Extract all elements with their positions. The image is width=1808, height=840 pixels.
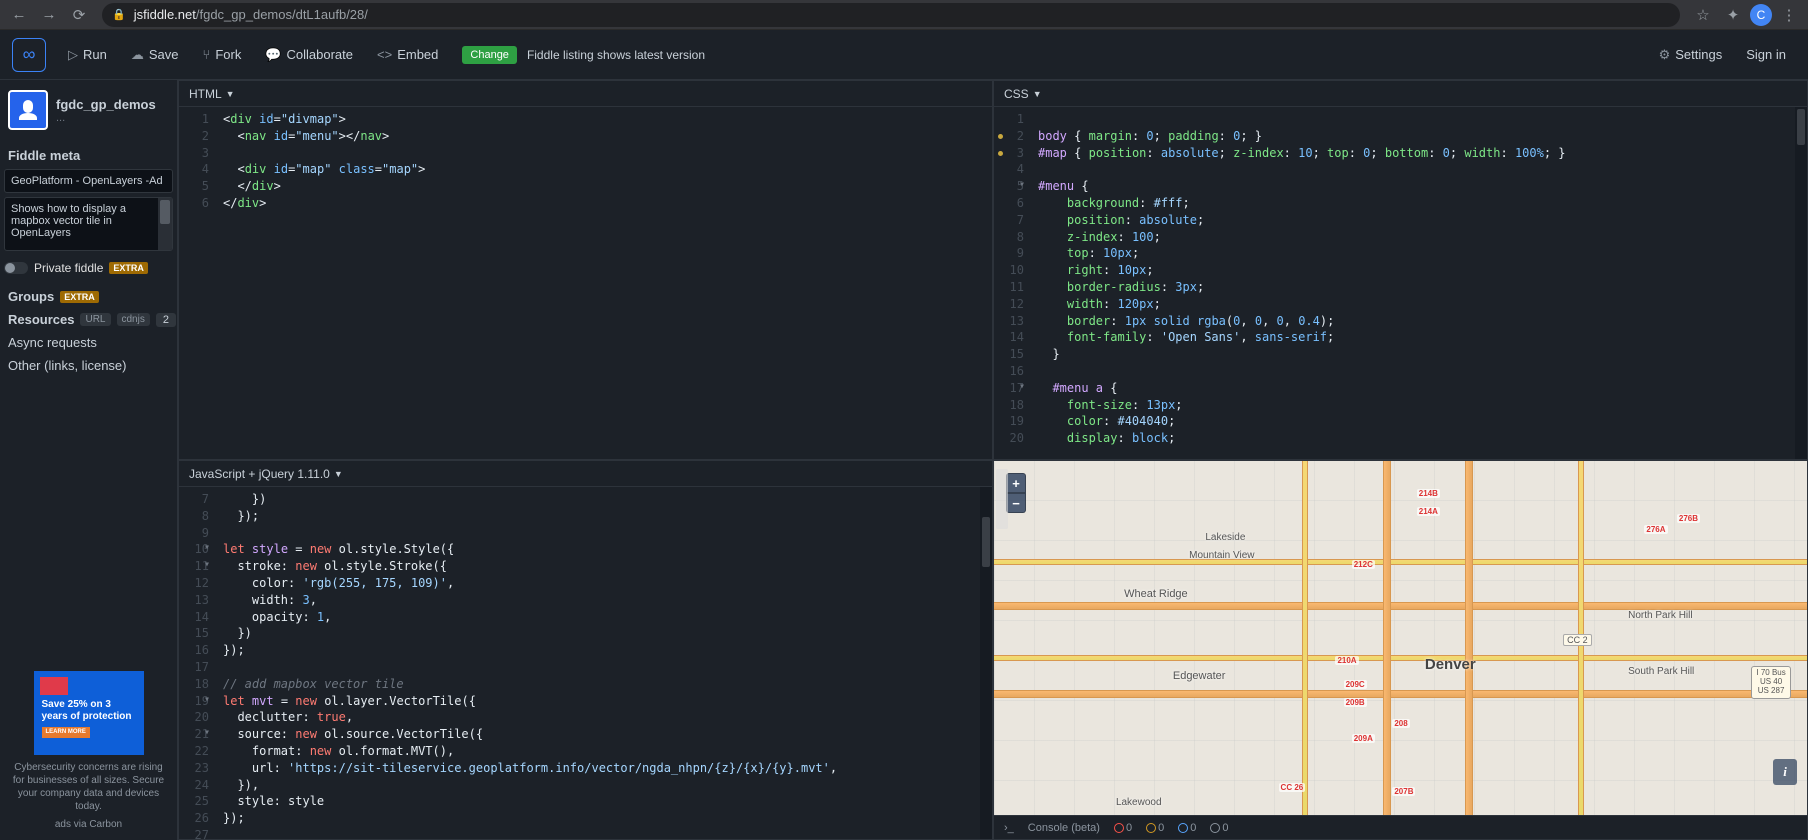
menu-icon[interactable]: ⋮ (1776, 2, 1802, 28)
workspace: fgdc_gp_demos ... Fiddle meta Shows how … (0, 80, 1808, 840)
map-label: North Park Hill (1628, 610, 1692, 621)
avatar (8, 90, 48, 130)
console-info-count: 0 (1178, 822, 1196, 834)
jsfiddle-logo[interactable]: ∞ (12, 38, 46, 72)
map-label: CC 2 (1563, 634, 1592, 646)
back-icon[interactable]: ← (6, 2, 32, 28)
url-tag: URL (80, 313, 110, 326)
map-label: Wheat Ridge (1124, 588, 1188, 600)
css-scrollbar[interactable] (1795, 107, 1807, 459)
fork-icon: ⑂ (203, 47, 211, 62)
ad-attribution: ads via Carbon (8, 819, 169, 830)
sliders-icon: ⚙ (1659, 47, 1671, 63)
star-icon[interactable]: ☆ (1690, 2, 1716, 28)
groups-heading[interactable]: GroupsEXTRA (8, 289, 169, 304)
sidebar: fgdc_gp_demos ... Fiddle meta Shows how … (0, 80, 178, 840)
js-scrollbar[interactable] (980, 487, 992, 839)
console-log-count: 0 (1210, 822, 1228, 834)
fiddle-title-input[interactable] (4, 169, 173, 193)
map-zoom-control: + − (1006, 473, 1026, 513)
url-path: /fgdc_gp_demos/dtL1aufb/28/ (196, 7, 368, 22)
forward-icon[interactable]: → (36, 2, 62, 28)
console-warn-count: 0 (1146, 822, 1164, 834)
async-row[interactable]: Async requests (4, 331, 173, 354)
extensions-icon[interactable]: ✦ (1720, 2, 1746, 28)
js-editor[interactable]: 789▾10▾1112131415161718▾1920▾21222324252… (179, 487, 992, 839)
console-error-count: 0 (1114, 822, 1132, 834)
embed-button[interactable]: <>Embed (367, 41, 448, 68)
fiddle-meta-heading: Fiddle meta (8, 148, 169, 163)
change-notice[interactable]: Change Fiddle listing shows latest versi… (452, 40, 715, 70)
username: fgdc_gp_demos (56, 97, 156, 112)
result-scrollbar[interactable] (996, 469, 1008, 529)
css-editor[interactable]: 1234▾5678910111213141516▾17181920 body {… (994, 107, 1807, 459)
css-pane: CSS▼ 1234▾5678910111213141516▾17181920 b… (993, 80, 1808, 460)
map-info-button[interactable]: i (1773, 759, 1797, 785)
desc-scrollbar[interactable] (158, 198, 172, 250)
map-label: Mountain View (1189, 550, 1254, 561)
address-bar[interactable]: 🔒 jsfiddle.net/fgdc_gp_demos/dtL1aufb/28… (102, 3, 1680, 27)
app-header: ∞ ▷Run ☁Save ⑂Fork 💬Collaborate <>Embed … (0, 30, 1808, 80)
map-label: South Park Hill (1628, 666, 1694, 677)
user-block[interactable]: fgdc_gp_demos ... (4, 86, 173, 134)
console-bar[interactable]: ›_ Console (beta) 0 0 0 0 (994, 815, 1807, 839)
browser-chrome-bar: ← → ⟳ 🔒 jsfiddle.net/fgdc_gp_demos/dtL1a… (0, 0, 1808, 30)
cdnjs-tag: cdnjs (117, 313, 150, 326)
ad-image: Save 25% on 3 years of protectionLEARN M… (34, 671, 144, 755)
private-label: Private fiddle (34, 261, 103, 275)
panes-grid: HTML▼ 123456 <div id="divmap"> <nav id="… (178, 80, 1808, 840)
run-button[interactable]: ▷Run (58, 41, 117, 69)
save-button[interactable]: ☁Save (121, 41, 189, 69)
resources-row[interactable]: Resources URL cdnjs 2 (4, 308, 173, 331)
map-label: Lakeside (1205, 532, 1245, 543)
private-toggle-row: Private fiddle EXTRA (4, 261, 173, 275)
result-pane: Wheat Ridge Edgewater Denver Lakeside Mo… (993, 460, 1808, 840)
chevron-down-icon: ▼ (226, 89, 235, 99)
ad-box[interactable]: Save 25% on 3 years of protectionLEARN M… (4, 667, 173, 834)
map-label: Denver (1425, 656, 1476, 673)
zoom-out-button[interactable]: − (1006, 493, 1026, 513)
lock-icon: 🔒 (112, 8, 126, 21)
console-prompt-icon: ›_ (1004, 822, 1014, 834)
cloud-icon: ☁ (131, 47, 144, 63)
zoom-in-button[interactable]: + (1006, 473, 1026, 493)
url-host: jsfiddle.net (134, 7, 196, 22)
js-pane: JavaScript + jQuery 1.11.0▼ 789▾10▾11121… (178, 460, 993, 840)
map-label: Lakewood (1116, 797, 1162, 808)
chat-icon: 💬 (265, 47, 281, 63)
reload-icon[interactable]: ⟳ (66, 2, 92, 28)
js-pane-header[interactable]: JavaScript + jQuery 1.11.0▼ (179, 461, 992, 487)
html-pane-header[interactable]: HTML▼ (179, 81, 992, 107)
profile-badge[interactable]: C (1750, 4, 1772, 26)
code-icon: <> (377, 47, 392, 62)
extra-badge: EXTRA (109, 262, 148, 274)
highway-badge: I 70 BusUS 40US 287 (1751, 666, 1790, 698)
other-row[interactable]: Other (links, license) (4, 354, 173, 377)
play-icon: ▷ (68, 47, 78, 63)
collaborate-button[interactable]: 💬Collaborate (255, 41, 363, 69)
html-pane: HTML▼ 123456 <div id="divmap"> <nav id="… (178, 80, 993, 460)
ad-body: Cybersecurity concerns are rising for bu… (8, 761, 169, 813)
private-toggle[interactable] (4, 262, 28, 274)
user-sub: ... (56, 112, 156, 124)
map-label: Edgewater (1173, 670, 1226, 682)
result-map[interactable]: Wheat Ridge Edgewater Denver Lakeside Mo… (994, 461, 1807, 815)
sign-in-button[interactable]: Sign in (1736, 41, 1796, 68)
fork-button[interactable]: ⑂Fork (193, 41, 252, 68)
fiddle-desc-input[interactable]: Shows how to display a mapbox vector til… (4, 197, 173, 251)
html-editor[interactable]: 123456 <div id="divmap"> <nav id="menu">… (179, 107, 992, 459)
chevron-down-icon: ▼ (334, 469, 343, 479)
settings-button[interactable]: ⚙Settings (1649, 41, 1733, 69)
console-label: Console (beta) (1028, 822, 1100, 834)
chevron-down-icon: ▼ (1033, 89, 1042, 99)
css-pane-header[interactable]: CSS▼ (994, 81, 1807, 107)
resources-count: 2 (156, 313, 176, 327)
change-badge: Change (462, 46, 517, 64)
